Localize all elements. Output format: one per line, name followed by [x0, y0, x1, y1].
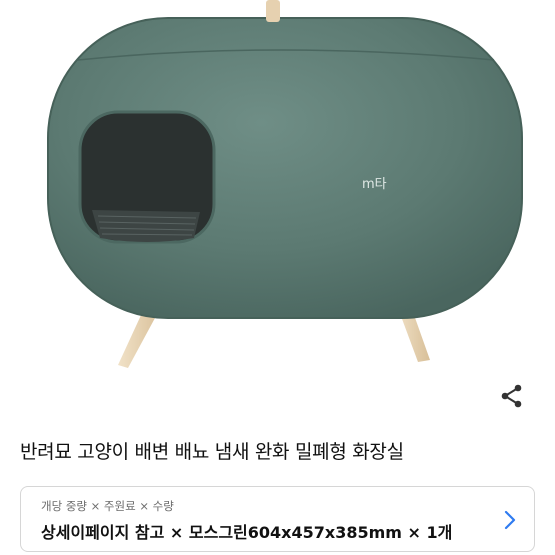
brand-logo: m타	[362, 177, 387, 192]
product-image[interactable]: m타	[0, 0, 555, 382]
option-selector[interactable]: 개당 중량 × 주원료 × 수량 상세이페이지 참고 × 모스그린604x457…	[20, 486, 535, 552]
chevron-right-icon	[504, 510, 516, 530]
litter-box-illustration: m타	[47, 0, 523, 368]
product-title: 반려묘 고양이 배변 배뇨 냄새 완화 밀폐형 화장실	[20, 441, 404, 463]
handle	[266, 0, 280, 22]
share-icon	[501, 384, 522, 408]
share-button[interactable]	[494, 378, 530, 414]
option-value: 상세이페이지 참고 × 모스그린604x457x385mm × 1개	[41, 523, 453, 542]
option-label: 개당 중량 × 주원료 × 수량	[41, 499, 174, 513]
